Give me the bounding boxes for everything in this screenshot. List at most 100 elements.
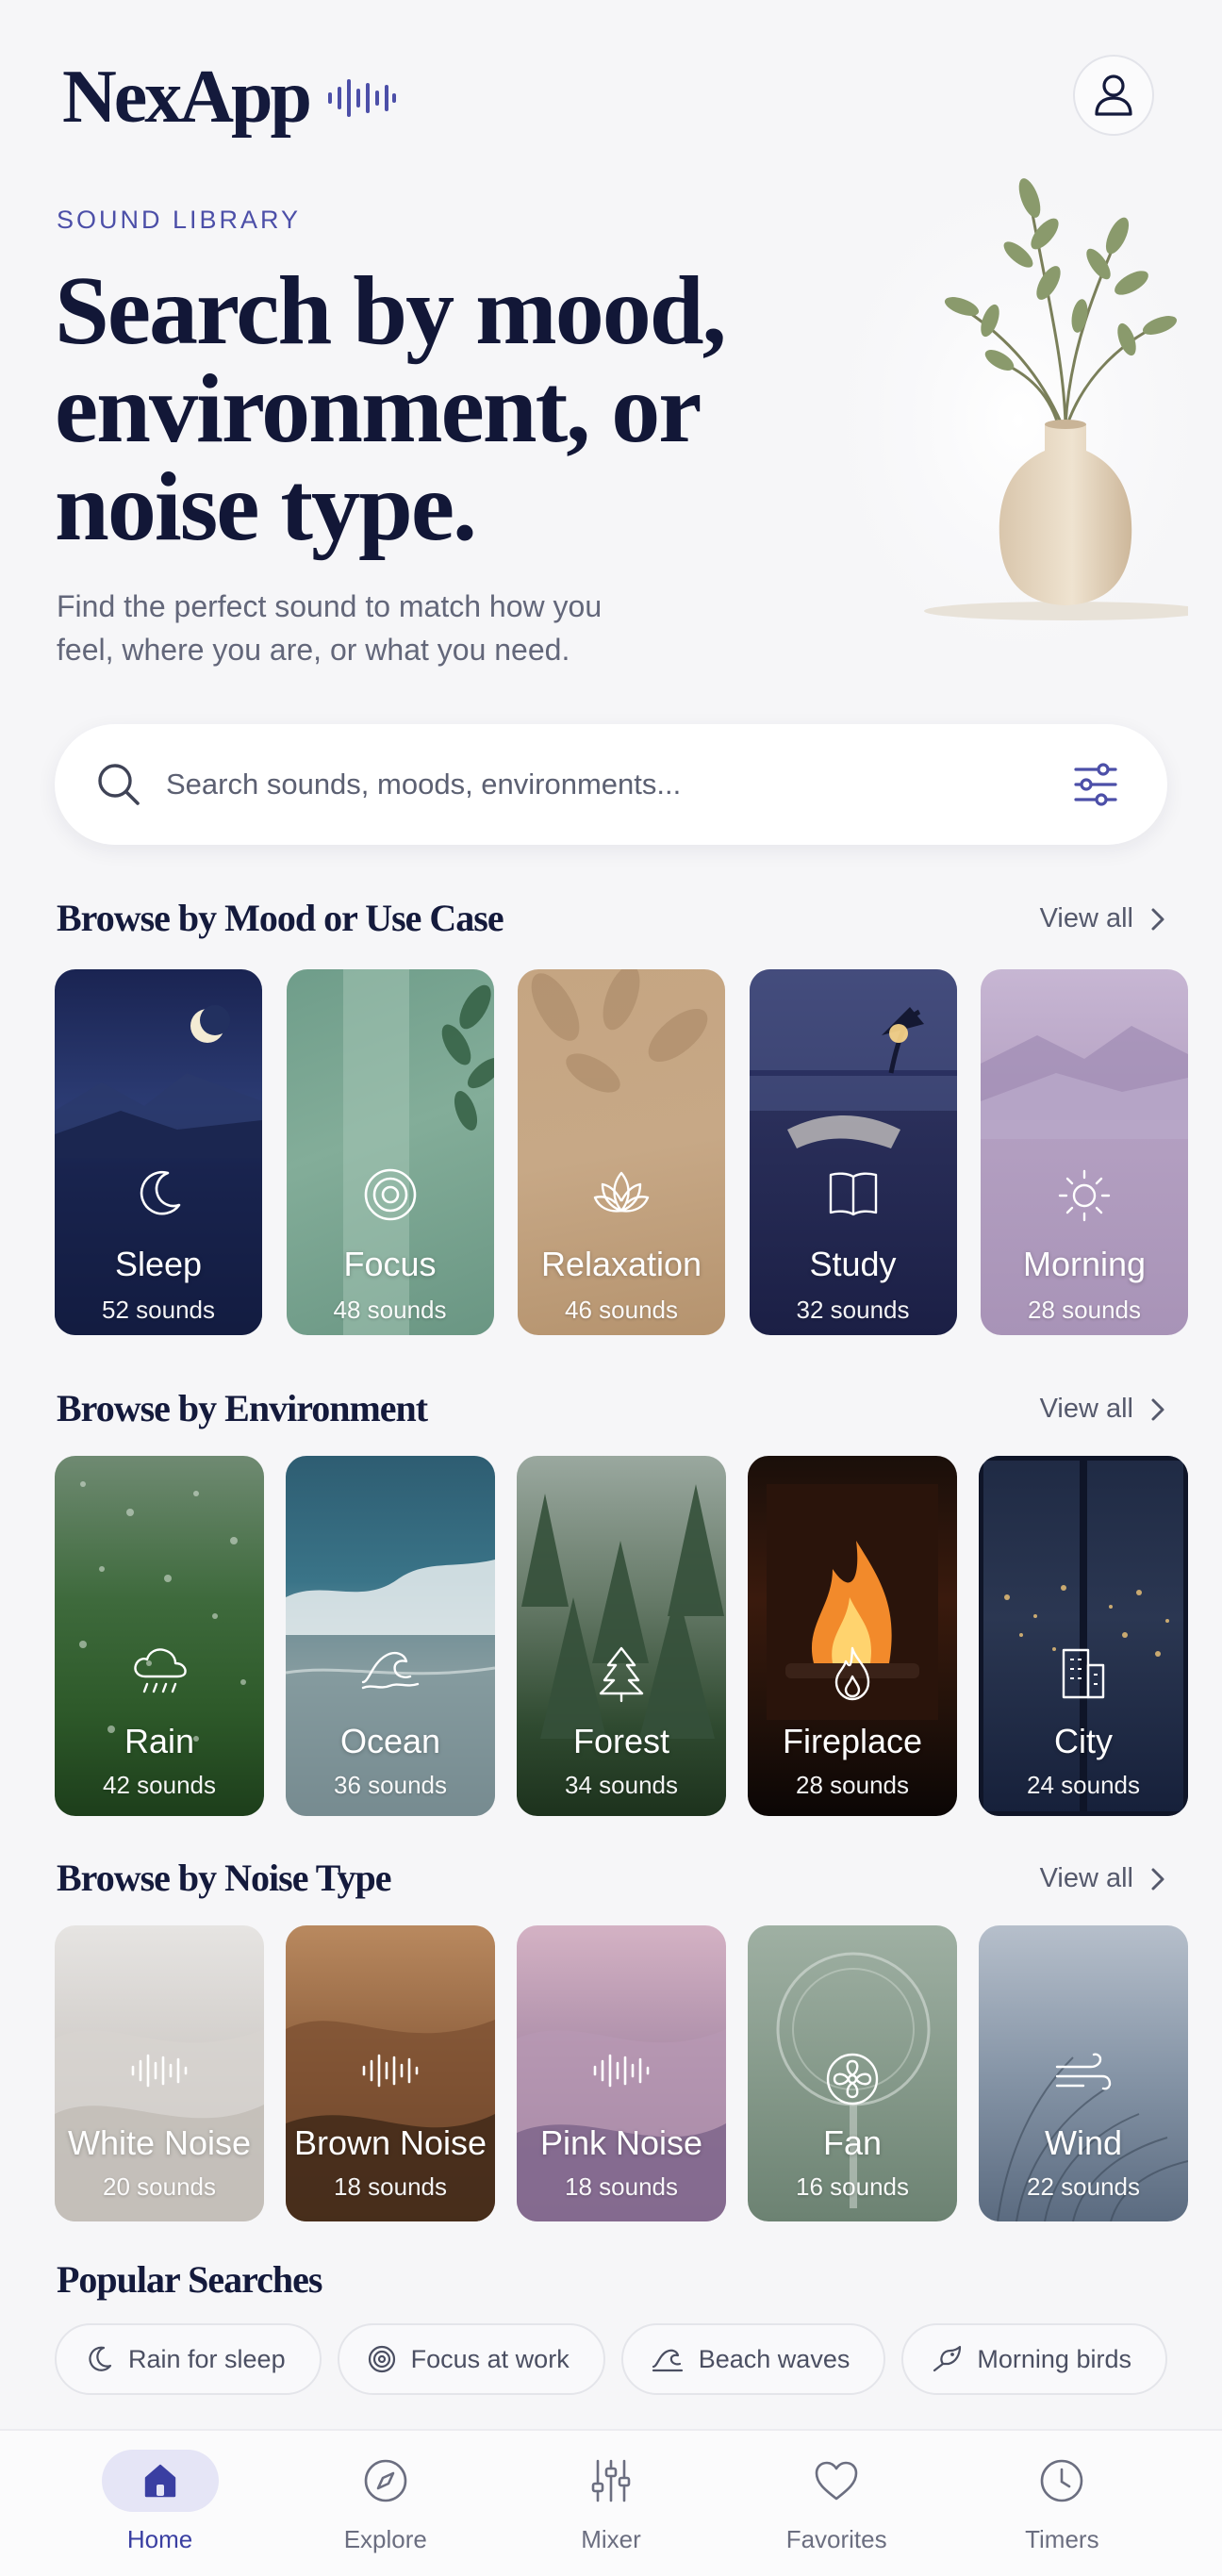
card-count: 34 sounds <box>565 1771 678 1799</box>
chip-rain-for-sleep[interactable]: Rain for sleep <box>55 2323 322 2395</box>
nav-item-favorites[interactable]: Favorites <box>742 2431 931 2576</box>
card-count: 22 sounds <box>1027 2172 1140 2201</box>
noise-card-fan[interactable]: Fan 16 sounds <box>748 1925 957 2221</box>
popular-search-chips: Rain for sleep Focus at work Beach waves… <box>55 2323 1167 2395</box>
chip-label: Beach waves <box>698 2344 850 2373</box>
view-all-label: View all <box>1039 1863 1133 1893</box>
noise-card-row: White Noise 20 sounds Brown Noise 18 sou… <box>55 1925 1188 2221</box>
city-window-image <box>979 1456 1188 1816</box>
nav-item-explore[interactable]: Explore <box>291 2431 480 2576</box>
mood-card-morning[interactable]: Morning 28 sounds <box>981 969 1188 1335</box>
card-label: Brown Noise <box>293 2123 487 2162</box>
rain-cloud-icon <box>134 1648 187 1693</box>
mood-card-row: Sleep 52 sounds Focus 48 sounds Relaxati… <box>55 969 1188 1335</box>
filter-sliders-icon[interactable] <box>1073 762 1118 807</box>
moon-icon <box>140 1170 181 1215</box>
card-count: 20 sounds <box>103 2172 216 2201</box>
page-title-line: noise type. <box>55 453 477 561</box>
noise-card-wind[interactable]: Wind 22 sounds <box>979 1925 1188 2221</box>
chip-morning-birds[interactable]: Morning birds <box>901 2323 1167 2395</box>
search-icon <box>98 764 140 805</box>
soundwave-logo-icon <box>328 78 397 117</box>
sun-icon <box>1058 1169 1111 1222</box>
profile-button[interactable] <box>1073 55 1154 136</box>
fan-icon <box>826 2053 879 2105</box>
card-label: White Noise <box>67 2123 252 2162</box>
environment-card-rain[interactable]: Rain 42 sounds <box>55 1456 264 1816</box>
view-all-noise-link[interactable]: View all <box>1040 1863 1165 1894</box>
page-title-line: Search by mood, <box>55 256 727 365</box>
card-label: Pink Noise <box>539 2123 703 2162</box>
wave-icon <box>652 2349 683 2372</box>
chip-beach-waves[interactable]: Beach waves <box>620 2323 886 2395</box>
search-input[interactable] <box>166 756 1015 813</box>
nav-label: Timers <box>1025 2525 1099 2553</box>
mood-card-study[interactable]: Study 32 sounds <box>749 969 957 1335</box>
card-label: Morning <box>1022 1245 1147 1283</box>
view-all-label: View all <box>1039 1394 1133 1424</box>
section-title-noise: Browse by Noise Type <box>57 1857 391 1899</box>
soundwave-icon <box>593 2054 650 2088</box>
bird-icon <box>933 2345 962 2372</box>
card-count: 16 sounds <box>796 2172 909 2201</box>
noise-card-white-noise[interactable]: White Noise 20 sounds <box>55 1925 264 2221</box>
section-title-mood: Browse by Mood or Use Case <box>57 897 504 939</box>
noise-card-pink-noise[interactable]: Pink Noise 18 sounds <box>517 1925 726 2221</box>
search-bar <box>55 724 1167 845</box>
lotus-icon <box>593 1171 650 1213</box>
card-count: 18 sounds <box>565 2172 678 2201</box>
chip-focus-at-work[interactable]: Focus at work <box>337 2323 605 2395</box>
mood-card-relaxation[interactable]: Relaxation 46 sounds <box>518 969 725 1335</box>
target-icon <box>368 2345 395 2373</box>
pine-tree-icon <box>599 1646 644 1703</box>
card-label: Fireplace <box>782 1722 923 1760</box>
card-label: Fan <box>822 2123 883 2162</box>
heart-icon <box>815 2461 858 2501</box>
section-title-environment: Browse by Environment <box>57 1387 428 1429</box>
section-title-popular: Popular Searches <box>57 2258 322 2301</box>
card-count: 28 sounds <box>796 1771 909 1799</box>
bottom-navigation: Home Explore Mixer Favorites Timers <box>0 2429 1222 2576</box>
view-all-label: View all <box>1039 903 1133 933</box>
nav-item-mixer[interactable]: Mixer <box>517 2431 705 2576</box>
card-label: Sleep <box>114 1245 203 1283</box>
view-all-mood-link[interactable]: View all <box>1040 903 1165 934</box>
environment-card-fireplace[interactable]: Fireplace 28 sounds <box>748 1456 957 1816</box>
page-title: Search by mood, environment, or noise ty… <box>55 262 734 556</box>
card-label: Focus <box>343 1245 437 1283</box>
sliders-icon <box>591 2459 631 2502</box>
fireplace-image <box>767 1484 938 1720</box>
page-title-line: environment, or <box>55 355 702 463</box>
card-count: 36 sounds <box>334 1771 447 1799</box>
mood-card-sleep[interactable]: Sleep 52 sounds <box>55 969 262 1335</box>
view-all-environment-link[interactable]: View all <box>1040 1394 1165 1425</box>
moon-icon <box>89 2346 112 2371</box>
home-icon <box>144 2464 175 2498</box>
app-logo-text: NexApp <box>62 56 312 139</box>
section-eyebrow: SOUND LIBRARY <box>57 206 302 234</box>
card-count: 46 sounds <box>565 1296 678 1324</box>
chip-label: Focus at work <box>410 2344 570 2373</box>
chip-label: Rain for sleep <box>128 2344 286 2373</box>
card-label: Forest <box>572 1722 670 1760</box>
nav-item-timers[interactable]: Timers <box>967 2431 1156 2576</box>
card-label: Rain <box>124 1722 195 1760</box>
card-count: 48 sounds <box>333 1296 447 1324</box>
building-icon <box>1062 1648 1105 1699</box>
environment-card-forest[interactable]: Forest 34 sounds <box>517 1456 726 1816</box>
nav-label: Mixer <box>581 2525 641 2553</box>
card-count: 42 sounds <box>103 1771 216 1799</box>
nav-label: Home <box>126 2525 193 2553</box>
app-logo[interactable]: NexApp <box>62 55 398 140</box>
noise-card-brown-noise[interactable]: Brown Noise 18 sounds <box>286 1925 495 2221</box>
mood-card-focus[interactable]: Focus 48 sounds <box>286 969 494 1335</box>
card-count: 32 sounds <box>796 1296 910 1324</box>
environment-card-city[interactable]: City 24 sounds <box>979 1456 1188 1816</box>
nav-item-home[interactable]: Home <box>66 2431 255 2576</box>
wind-icon <box>1055 2053 1112 2090</box>
compass-icon <box>364 2459 407 2502</box>
nav-label: Favorites <box>785 2525 887 2553</box>
book-icon <box>829 1172 877 1216</box>
card-label: Ocean <box>339 1722 441 1760</box>
environment-card-ocean[interactable]: Ocean 36 sounds <box>286 1456 495 1816</box>
